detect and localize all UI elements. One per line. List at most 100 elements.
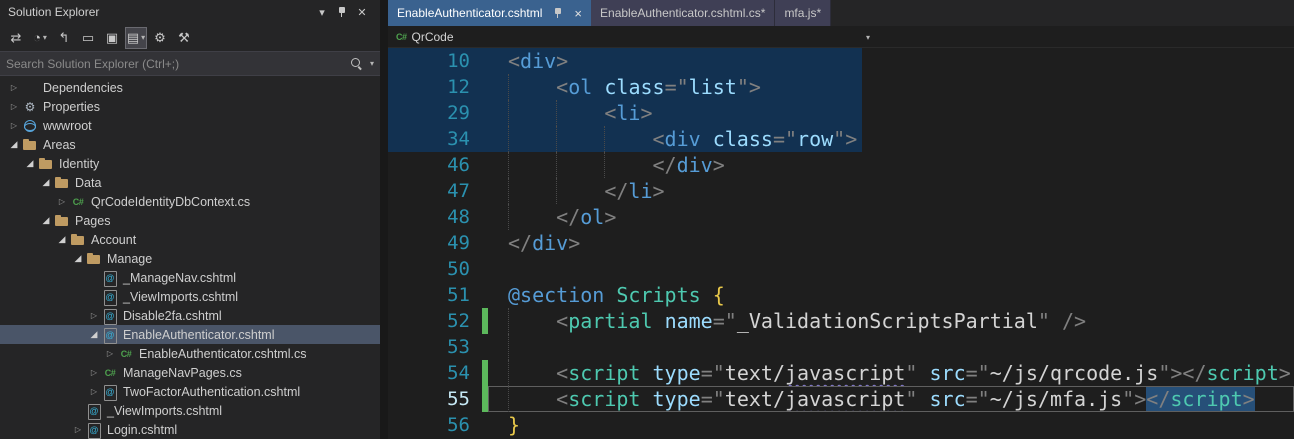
tree-item-qrcodeidentitydbcontext-cs[interactable]: ▷C#QrCodeIdentityDbContext.cs [0, 192, 380, 211]
collapse-arrow-icon[interactable]: ◢ [70, 253, 86, 264]
properties-icon: ⚙ [22, 99, 38, 115]
tree-item-manage[interactable]: ◢Manage [0, 249, 380, 268]
collapse-all-button[interactable]: ▭ [77, 27, 99, 49]
code-line-56[interactable]: 56} [388, 412, 1294, 438]
tab-pin-icon[interactable] [548, 3, 568, 23]
code-line-48[interactable]: 48 </ol> [388, 204, 1294, 230]
tab-mfa-js[interactable]: mfa.js* [775, 0, 831, 26]
sync-with-active-document-button[interactable]: ⇄ [5, 27, 27, 49]
switch-views-button[interactable]: ▤▾ [125, 27, 147, 49]
code-token [604, 283, 616, 307]
close-icon[interactable]: ✕ [352, 2, 372, 22]
tree-item-data[interactable]: ◢Data [0, 173, 380, 192]
search-icon[interactable] [350, 57, 363, 70]
solution-explorer-titlebar[interactable]: Solution Explorer ▾ ✕ [0, 0, 380, 24]
tree-item-properties[interactable]: ▷⚙Properties [0, 97, 380, 116]
tree-item-enableauthenticator-cshtml[interactable]: ◢@EnableAuthenticator.cshtml [0, 325, 380, 344]
navigation-bar-chevron-icon[interactable]: ▾ [866, 26, 870, 48]
code-line-53[interactable]: 53 [388, 334, 1294, 360]
indent-guide [508, 360, 509, 386]
code-line-50[interactable]: 50 [388, 256, 1294, 282]
tree-item-twofactorauthentication-cshtml[interactable]: ▷@TwoFactorAuthentication.cshtml [0, 382, 380, 401]
code-token: < [556, 361, 568, 385]
collapse-arrow-icon[interactable]: ◢ [38, 177, 54, 188]
sync-with-active-document-icon: ⇄ [11, 31, 22, 44]
collapse-arrow-icon[interactable]: ◢ [22, 158, 38, 169]
code-token: " [1038, 309, 1050, 333]
tree-item-identity[interactable]: ◢Identity [0, 154, 380, 173]
preview-selected-items-button[interactable]: ⚒ [173, 27, 195, 49]
search-input[interactable] [6, 57, 350, 71]
search-box[interactable]: ▾ [0, 52, 380, 76]
expand-arrow-icon[interactable]: ▷ [86, 368, 102, 377]
line-number: 50 [388, 256, 470, 282]
pin-glyph [553, 7, 563, 19]
code-token: @section [508, 283, 604, 307]
code-line-51[interactable]: 51@section Scripts { [388, 282, 1294, 308]
code-line-10[interactable]: 10<div> [388, 48, 1294, 74]
tree-item-viewimports-cshtml[interactable]: @_ViewImports.cshtml [0, 401, 380, 420]
line-number: 46 [388, 152, 470, 178]
expand-arrow-icon[interactable]: ▷ [6, 83, 22, 92]
tree-item-login-cshtml[interactable]: ▷@Login.cshtml [0, 420, 380, 439]
collapse-arrow-icon[interactable]: ◢ [6, 139, 22, 150]
pin-icon[interactable] [332, 2, 352, 22]
expand-arrow-icon[interactable]: ▷ [102, 349, 118, 358]
code-token: ~/js/qrcode.js [990, 361, 1159, 385]
tree-item-managenavpages-cs[interactable]: ▷C#ManageNavPages.cs [0, 363, 380, 382]
tab-enableauthenticator-cshtml[interactable]: EnableAuthenticator.cshtml× [388, 0, 591, 26]
collapse-arrow-icon[interactable]: ◢ [54, 234, 70, 245]
panel-splitter[interactable] [380, 0, 388, 439]
line-number: 47 [388, 178, 470, 204]
code-line-12[interactable]: 12 <ol class="list"> [388, 74, 1294, 100]
expand-arrow-icon[interactable]: ▷ [86, 311, 102, 320]
tree-item-enableauthenticator-cshtml-cs[interactable]: ▷C#EnableAuthenticator.cshtml.cs [0, 344, 380, 363]
show-all-files-button[interactable]: ▣ [101, 27, 123, 49]
code-token: div [677, 153, 713, 177]
code-line-47[interactable]: 47 </li> [388, 178, 1294, 204]
code-line-52[interactable]: 52 <partial name="_ValidationScriptsPart… [388, 308, 1294, 334]
window-position-chevron-icon[interactable]: ▾ [312, 2, 332, 22]
expand-arrow-icon[interactable]: ▷ [6, 102, 22, 111]
tree-item-account[interactable]: ◢Account [0, 230, 380, 249]
tree-item-disable2fa-cshtml[interactable]: ▷@Disable2fa.cshtml [0, 306, 380, 325]
code-token: > [604, 205, 616, 229]
expand-arrow-icon[interactable]: ▷ [54, 197, 70, 206]
code-token: /> [1062, 309, 1086, 333]
code-token: type [653, 361, 701, 385]
code-area[interactable]: 10<div>12 <ol class="list">29 <li>34 <di… [388, 48, 1294, 439]
tree-item-wwwroot[interactable]: ▷wwwroot [0, 116, 380, 135]
code-line-34[interactable]: 34 <div class="row"> [388, 126, 1294, 152]
collapse-all-icon: ▭ [82, 31, 94, 44]
code-line-46[interactable]: 46 </div> [388, 152, 1294, 178]
code-token [592, 75, 604, 99]
code-line-29[interactable]: 29 <li> [388, 100, 1294, 126]
code-token: </ [1182, 361, 1206, 385]
code-line-49[interactable]: 49</div> [388, 230, 1294, 256]
code-line-54[interactable]: 54 <script type="text/javascript" src="~… [388, 360, 1294, 386]
collapse-arrow-icon[interactable]: ◢ [38, 215, 54, 226]
collapse-arrow-icon[interactable]: ◢ [86, 329, 102, 340]
code-token: class [604, 75, 664, 99]
expand-arrow-icon[interactable]: ▷ [6, 121, 22, 130]
tree-item-managenav-cshtml[interactable]: @_ManageNav.cshtml [0, 268, 380, 287]
tree-item-viewimports-cshtml[interactable]: @_ViewImports.cshtml [0, 287, 380, 306]
tree-item-areas[interactable]: ◢Areas [0, 135, 380, 154]
collapse-to-definitions-button[interactable]: ↰ [53, 27, 75, 49]
code-token: > [640, 101, 652, 125]
search-options-chevron-icon[interactable]: ▾ [370, 59, 374, 68]
indent-guide [604, 152, 605, 178]
tab-close-icon[interactable]: × [574, 7, 582, 20]
tab-enableauthenticator-cshtml-cs[interactable]: EnableAuthenticator.cshtml.cs* [591, 0, 775, 26]
code-line-55[interactable]: 55 <script type="text/javascript" src="~… [388, 386, 1294, 412]
pending-changes-filter-button[interactable]: ◔▾ [29, 27, 51, 49]
folder-icon [38, 156, 54, 172]
properties-button[interactable]: ⚙ [149, 27, 171, 49]
tree-item-pages[interactable]: ◢Pages [0, 211, 380, 230]
code-token [917, 361, 929, 385]
expand-arrow-icon[interactable]: ▷ [86, 387, 102, 396]
folder-icon [54, 175, 70, 191]
expand-arrow-icon[interactable]: ▷ [70, 425, 86, 434]
tree-item-dependencies[interactable]: ▷Dependencies [0, 78, 380, 97]
navigation-bar[interactable]: C# QrCode ▾ [388, 26, 1294, 48]
